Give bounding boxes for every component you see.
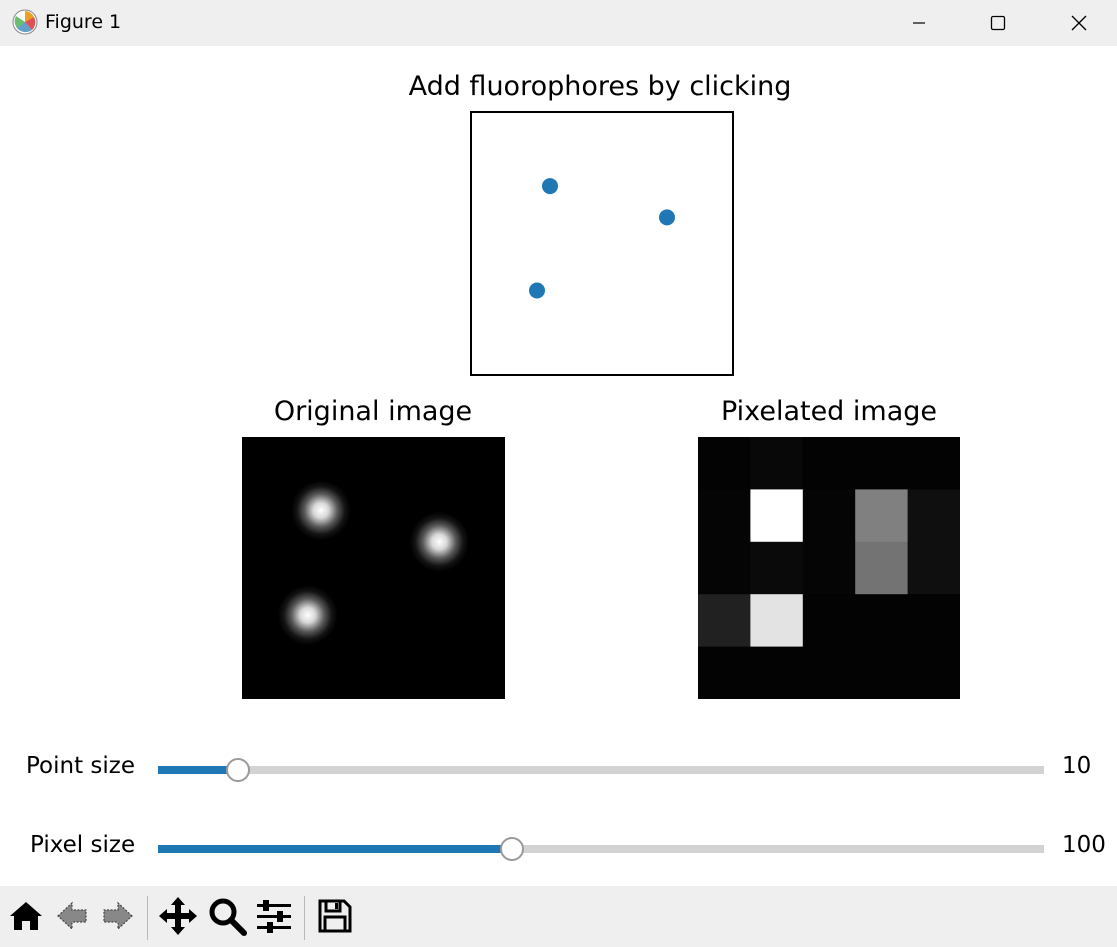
navigation-toolbar [0,886,1117,947]
minimize-icon [912,16,926,30]
point-size-label: Point size [26,753,136,779]
pixel-cell [698,437,751,490]
configure-subplots-icon [255,898,293,938]
minimize-button[interactable] [892,0,946,46]
pixel-cell [855,646,909,700]
original-image [242,437,505,699]
pixel-cell [750,646,804,700]
pixel-size-slider-fill [158,845,513,853]
pixel-cell [698,541,751,595]
zoom-icon [207,896,247,940]
pan-icon [158,896,198,940]
pixelated-image [698,437,961,700]
pixel-cell [855,437,909,490]
pixel-cell [802,437,856,490]
fluorophore-blob [277,585,338,646]
toolbar-separator [147,896,148,940]
fluorophore-blob [290,480,351,541]
pixelated-image-title: Pixelated image [720,396,938,427]
pixel-size-label: Pixel size [30,832,136,858]
point-size-slider[interactable] [158,758,1044,782]
close-icon [1071,15,1087,31]
figure-canvas: Add fluorophores by clicking Original im… [0,46,1117,886]
save-icon [317,898,353,938]
pixel-cell [750,594,804,648]
home-button[interactable] [4,896,48,940]
pixel-cell [750,541,804,595]
pixel-cell [907,489,961,543]
fluorophore-point [529,282,545,299]
back-icon [54,899,90,937]
pixel-cell [698,594,751,648]
pixel-size-slider-handle[interactable] [500,837,525,861]
save-button[interactable] [313,896,357,940]
scatter-axes[interactable] [470,111,734,376]
forward-button[interactable] [96,896,140,940]
scatter-plot [529,178,675,299]
toolbar-separator [304,896,305,940]
back-button[interactable] [50,896,94,940]
pixel-cell [855,489,909,543]
pixel-cell [907,646,961,700]
maximize-button[interactable] [971,0,1025,46]
matplotlib-logo-icon [12,9,38,35]
window-titlebar: Figure 1 [0,0,1117,46]
zoom-button[interactable] [205,896,249,940]
maximize-icon [990,15,1006,31]
pixel-cell [907,594,961,648]
pixel-cell [802,594,856,648]
pixel-size-slider[interactable] [158,837,1044,861]
original-image-title: Original image [273,396,473,427]
pixel-cell [750,437,804,490]
window-title: Figure 1 [45,11,122,33]
pixel-size-value: 100 [1062,832,1106,858]
pixel-cell [698,489,751,543]
fluorophore-point [659,209,675,226]
pixel-cell [802,489,856,543]
home-icon [8,899,44,937]
image-background [242,437,505,699]
point-size-slider-handle[interactable] [225,758,250,782]
pan-button[interactable] [156,896,200,940]
forward-icon [100,899,136,937]
pixel-cell [855,541,909,595]
point-size-value: 10 [1062,753,1092,779]
configure-subplots-button[interactable] [252,896,296,940]
fluorophore-point [542,178,558,195]
pixel-cell [907,541,961,595]
pixel-cell [698,646,751,700]
pixel-cell [855,594,909,648]
pixel-cell [802,541,856,595]
close-button[interactable] [1052,0,1106,46]
pixel-cell [907,437,961,490]
fluorophore-blob [409,511,470,572]
pixel-cell [802,646,856,700]
scatter-plot-title: Add fluorophores by clicking [408,71,792,102]
pixel-cell [750,489,804,543]
